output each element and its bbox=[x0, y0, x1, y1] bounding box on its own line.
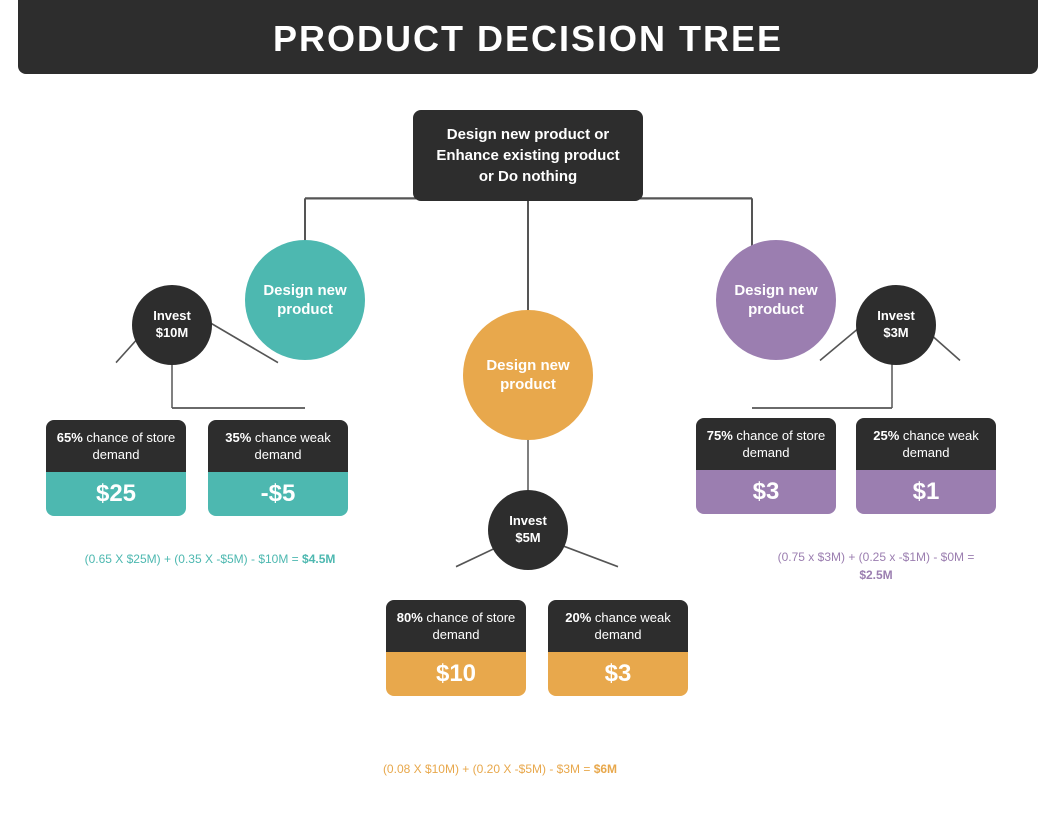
page-title: PRODUCT DECISION TREE bbox=[18, 18, 1038, 60]
root-node: Design new product or Enhance existing p… bbox=[413, 110, 643, 201]
box-25-bottom: $1 bbox=[856, 470, 996, 514]
purple-circle-label: Design newproduct bbox=[734, 281, 817, 320]
box-20-top: 20% chance weak demand bbox=[548, 600, 688, 652]
formula-teal-result: $4.5M bbox=[302, 552, 335, 566]
formula-orange: (0.08 X $10M) + (0.20 X -$5M) - $3M = $6… bbox=[340, 760, 660, 778]
formula-purple-result: $2.5M bbox=[859, 568, 892, 582]
page-wrapper: PRODUCT DECISION TREE Design bbox=[0, 0, 1056, 816]
box-75-top: 75% chance of store demand bbox=[696, 418, 836, 470]
orange-circle-label: Design newproduct bbox=[486, 356, 569, 395]
box-80-bottom: $10 bbox=[386, 652, 526, 696]
box-35-bottom: -$5 bbox=[208, 472, 348, 516]
box-65-bottom: $25 bbox=[46, 472, 186, 516]
invest-10m-label: Invest$10M bbox=[153, 308, 191, 342]
orange-circle-node: Design newproduct bbox=[463, 310, 593, 440]
box-80-top: 80% chance of store demand bbox=[386, 600, 526, 652]
box-75-demand: 75% chance of store demand $3 bbox=[696, 418, 836, 514]
invest-3m-label: Invest$3M bbox=[877, 308, 915, 342]
box-25-demand: 25% chance weak demand $1 bbox=[856, 418, 996, 514]
box-20-bottom: $3 bbox=[548, 652, 688, 696]
formula-purple: (0.75 x $3M) + (0.25 x -$1M) - $0M =$2.5… bbox=[726, 548, 1026, 584]
box-20-demand: 20% chance weak demand $3 bbox=[548, 600, 688, 696]
purple-circle-node: Design newproduct bbox=[716, 240, 836, 360]
teal-circle-node: Design newproduct bbox=[245, 240, 365, 360]
invest-5m-node: Invest$5M bbox=[488, 490, 568, 570]
teal-circle-label: Design newproduct bbox=[263, 281, 346, 320]
formula-teal: (0.65 X $25M) + (0.35 X -$5M) - $10M = $… bbox=[60, 550, 360, 568]
box-65-demand: 65% chance of store demand $25 bbox=[46, 420, 186, 516]
root-label: Design new product or Enhance existing p… bbox=[429, 124, 627, 187]
formula-orange-result: $6M bbox=[594, 762, 617, 776]
box-65-top: 65% chance of store demand bbox=[46, 420, 186, 472]
invest-10m-node: Invest$10M bbox=[132, 285, 212, 365]
invest-3m-node: Invest$3M bbox=[856, 285, 936, 365]
box-35-top: 35% chance weak demand bbox=[208, 420, 348, 472]
page-header: PRODUCT DECISION TREE bbox=[18, 0, 1038, 74]
box-75-bottom: $3 bbox=[696, 470, 836, 514]
invest-5m-label: Invest$5M bbox=[509, 513, 547, 547]
tree-container: Design new product or Enhance existing p… bbox=[0, 100, 1056, 816]
box-35-demand: 35% chance weak demand -$5 bbox=[208, 420, 348, 516]
box-80-demand: 80% chance of store demand $10 bbox=[386, 600, 526, 696]
box-25-top: 25% chance weak demand bbox=[856, 418, 996, 470]
